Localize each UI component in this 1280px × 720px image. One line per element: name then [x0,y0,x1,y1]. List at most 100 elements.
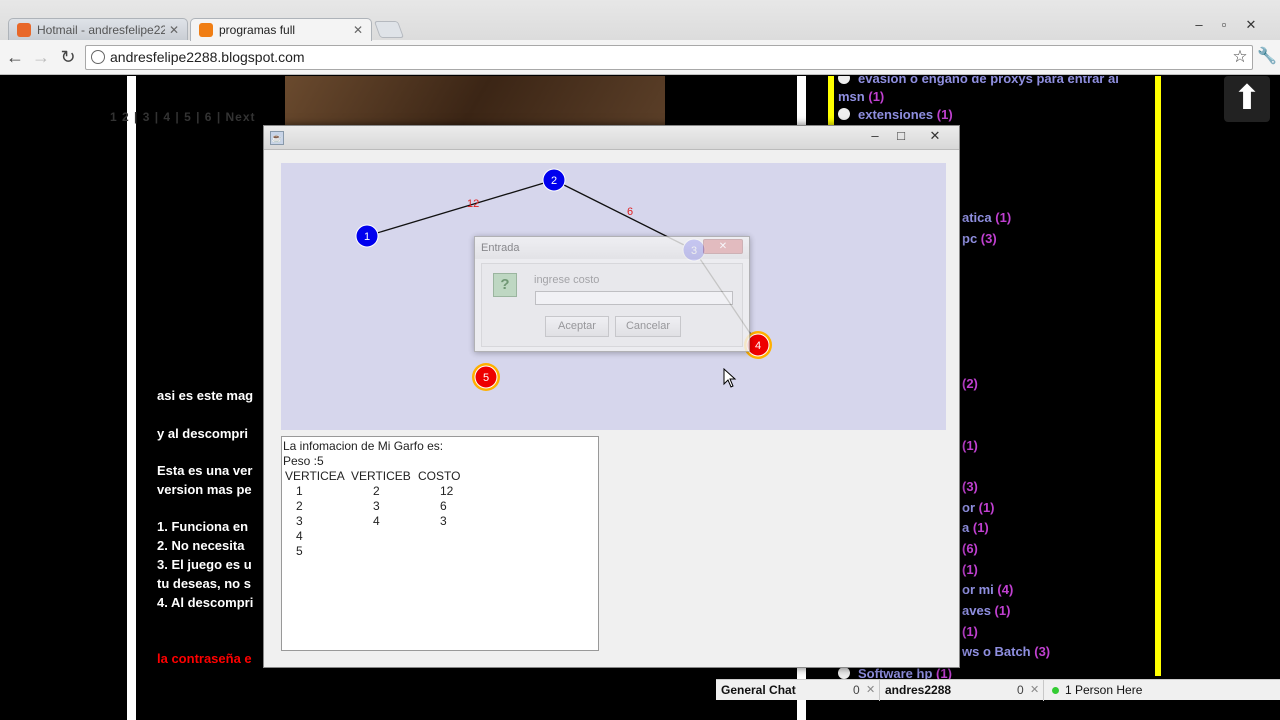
info-heading: La infomacion de Mi Garfo es: [283,439,444,453]
question-icon: ? [493,273,517,297]
password-text: la contraseña e [157,651,252,666]
wrench-icon[interactable]: 🔧 [1256,46,1278,68]
header-photo [285,76,665,131]
post-pager[interactable]: 1 2 | 3 | 4 | 5 | 6 | Next [110,110,256,124]
app-minimize-button[interactable]: – [862,128,888,144]
tab-label: programas full [219,23,296,37]
edge-cost-label: 12 [467,198,479,210]
graph-node-label: 2 [551,175,557,187]
scroll-to-top-arrow-icon[interactable]: ⬆ [1224,76,1270,122]
aceptar-button[interactable]: Aceptar [545,316,609,337]
sidebar-item[interactable]: aves (1) [962,603,1010,618]
costo-input[interactable] [535,291,733,305]
reload-icon[interactable]: ↻ [57,46,79,68]
info-table-cell: 6 [440,499,447,513]
window-maximize-button[interactable]: ▫ [1213,16,1235,34]
graph-node-label: 4 [755,340,761,352]
app-maximize-button[interactable]: □ [888,128,914,144]
tab-label: Hotmail - andresfelipe2288 [37,23,165,37]
bullet-icon [838,108,850,120]
col-header-costo: COSTO [418,469,461,483]
dialog-close-button[interactable]: ✕ [703,239,743,254]
sidebar-item[interactable]: (3) [962,479,978,494]
graph-app-window: ☕ – □ ✕ 126 12345 La infomacion de Mi Ga… [263,125,960,668]
graph-app-titlebar[interactable]: ☕ – □ ✕ [264,126,959,150]
graph-node-label: 1 [364,231,370,243]
col-header-verticeb: VERTICEB [351,469,411,483]
post-text: 2. No necesita [157,538,245,553]
online-status-icon [1052,687,1059,694]
sidebar-divider [1155,76,1161,676]
info-table-cell: 2 [296,499,303,513]
sidebar-item[interactable]: evasion o engaño de proxys para entrar a… [838,76,1148,106]
blogger-favicon-icon [199,23,213,37]
forward-arrow-icon[interactable]: → [30,46,52,68]
back-arrow-icon[interactable]: ← [4,46,26,68]
sidebar-item[interactable]: (2) [962,376,978,391]
java-icon: ☕ [270,131,284,145]
sidebar-item[interactable]: extensiones (1) [838,107,953,122]
general-chat-count: 0 [853,683,860,697]
bookmark-star-icon[interactable]: ☆ [1229,46,1251,68]
app-close-button[interactable]: ✕ [922,128,948,144]
info-table-rows: 1 2 12 2 3 6 3 4 3 4 5 [283,484,598,559]
close-icon[interactable]: ✕ [866,680,875,701]
sidebar-item[interactable]: a (1) [962,520,989,535]
post-text: 1. Funciona en [157,519,249,534]
bullet-icon [838,667,850,679]
post-text: tu deseas, no s [157,576,251,591]
graph-node[interactable]: 5 [472,363,500,391]
info-table-cell: 12 [440,484,454,498]
dialog-body: ? ingrese costo Aceptar Cancelar [481,263,743,347]
info-table-header: VERTICEA VERTICEB COSTO [283,469,598,484]
tab-programas-full[interactable]: programas full ✕ [190,18,372,41]
post-text: 3. El juego es u [157,557,252,572]
info-table-row: 2 3 6 [283,499,598,514]
tab-strip: Hotmail - andresfelipe2288 ✕ programas f… [0,0,1280,41]
info-table-cell: 3 [373,499,380,513]
window-close-button[interactable]: ✕ [1240,16,1262,34]
sidebar-item[interactable]: (6) [962,541,978,556]
sidebar-item[interactable]: (1) [962,438,978,453]
sidebar-item[interactable]: ws o Batch (3) [962,644,1050,659]
page-scrollbar[interactable] [1270,76,1280,720]
info-table-cell: 5 [296,544,303,558]
info-table-cell: 4 [373,514,380,528]
graph-node[interactable]: 1 [355,224,379,248]
input-dialog: Entrada ✕ ? ingrese costo Aceptar Cancel… [474,236,750,352]
post-text: version mas pe [157,482,252,497]
graph-node[interactable]: 2 [542,168,566,192]
sidebar-item[interactable]: or mi (4) [962,582,1013,597]
user-chat-count: 0 [1017,683,1024,697]
sidebar-item[interactable]: pc (3) [962,231,997,246]
post-text: asi es este mag [157,388,254,403]
sidebar-item[interactable]: (1) [962,624,978,639]
sidebar-item[interactable]: atica (1) [962,210,1011,225]
close-tab-icon[interactable]: ✕ [353,23,363,37]
chat-bar: General Chat 0 ✕ andres2288 0 ✕ 1 Person… [716,679,1280,701]
info-table-row: 4 [283,529,598,544]
tab-hotmail[interactable]: Hotmail - andresfelipe2288 ✕ [8,18,188,41]
info-table-row: 3 4 3 [283,514,598,529]
info-peso: Peso :5 [283,454,324,468]
info-table-cell: 1 [296,484,303,498]
info-table-cell: 3 [296,514,303,528]
graph-info-textarea[interactable]: La infomacion de Mi Garfo es: Peso :5 VE… [281,436,599,651]
url-text: andresfelipe2288.blogspot.com [110,49,305,65]
browser-toolbar: ← → ↻ andresfelipe2288.blogspot.com ☆ 🔧 [0,40,1280,75]
cancelar-button[interactable]: Cancelar [615,316,681,337]
close-tab-icon[interactable]: ✕ [169,23,179,37]
bullet-icon [838,76,850,84]
sidebar-item[interactable]: (1) [962,562,978,577]
hotmail-favicon-icon [17,23,31,37]
mouse-cursor-icon [723,368,737,388]
info-table-row: 5 [283,544,598,559]
post-text: y al descompri [157,426,249,441]
content-border [127,76,136,720]
address-bar[interactable]: andresfelipe2288.blogspot.com [85,45,1253,70]
window-minimize-button[interactable]: – [1188,16,1210,34]
sidebar-item[interactable]: or (1) [962,500,995,515]
close-icon[interactable]: ✕ [1030,680,1039,701]
new-tab-button[interactable] [373,21,405,38]
presence-indicator[interactable]: 1 Person Here [1044,680,1280,701]
